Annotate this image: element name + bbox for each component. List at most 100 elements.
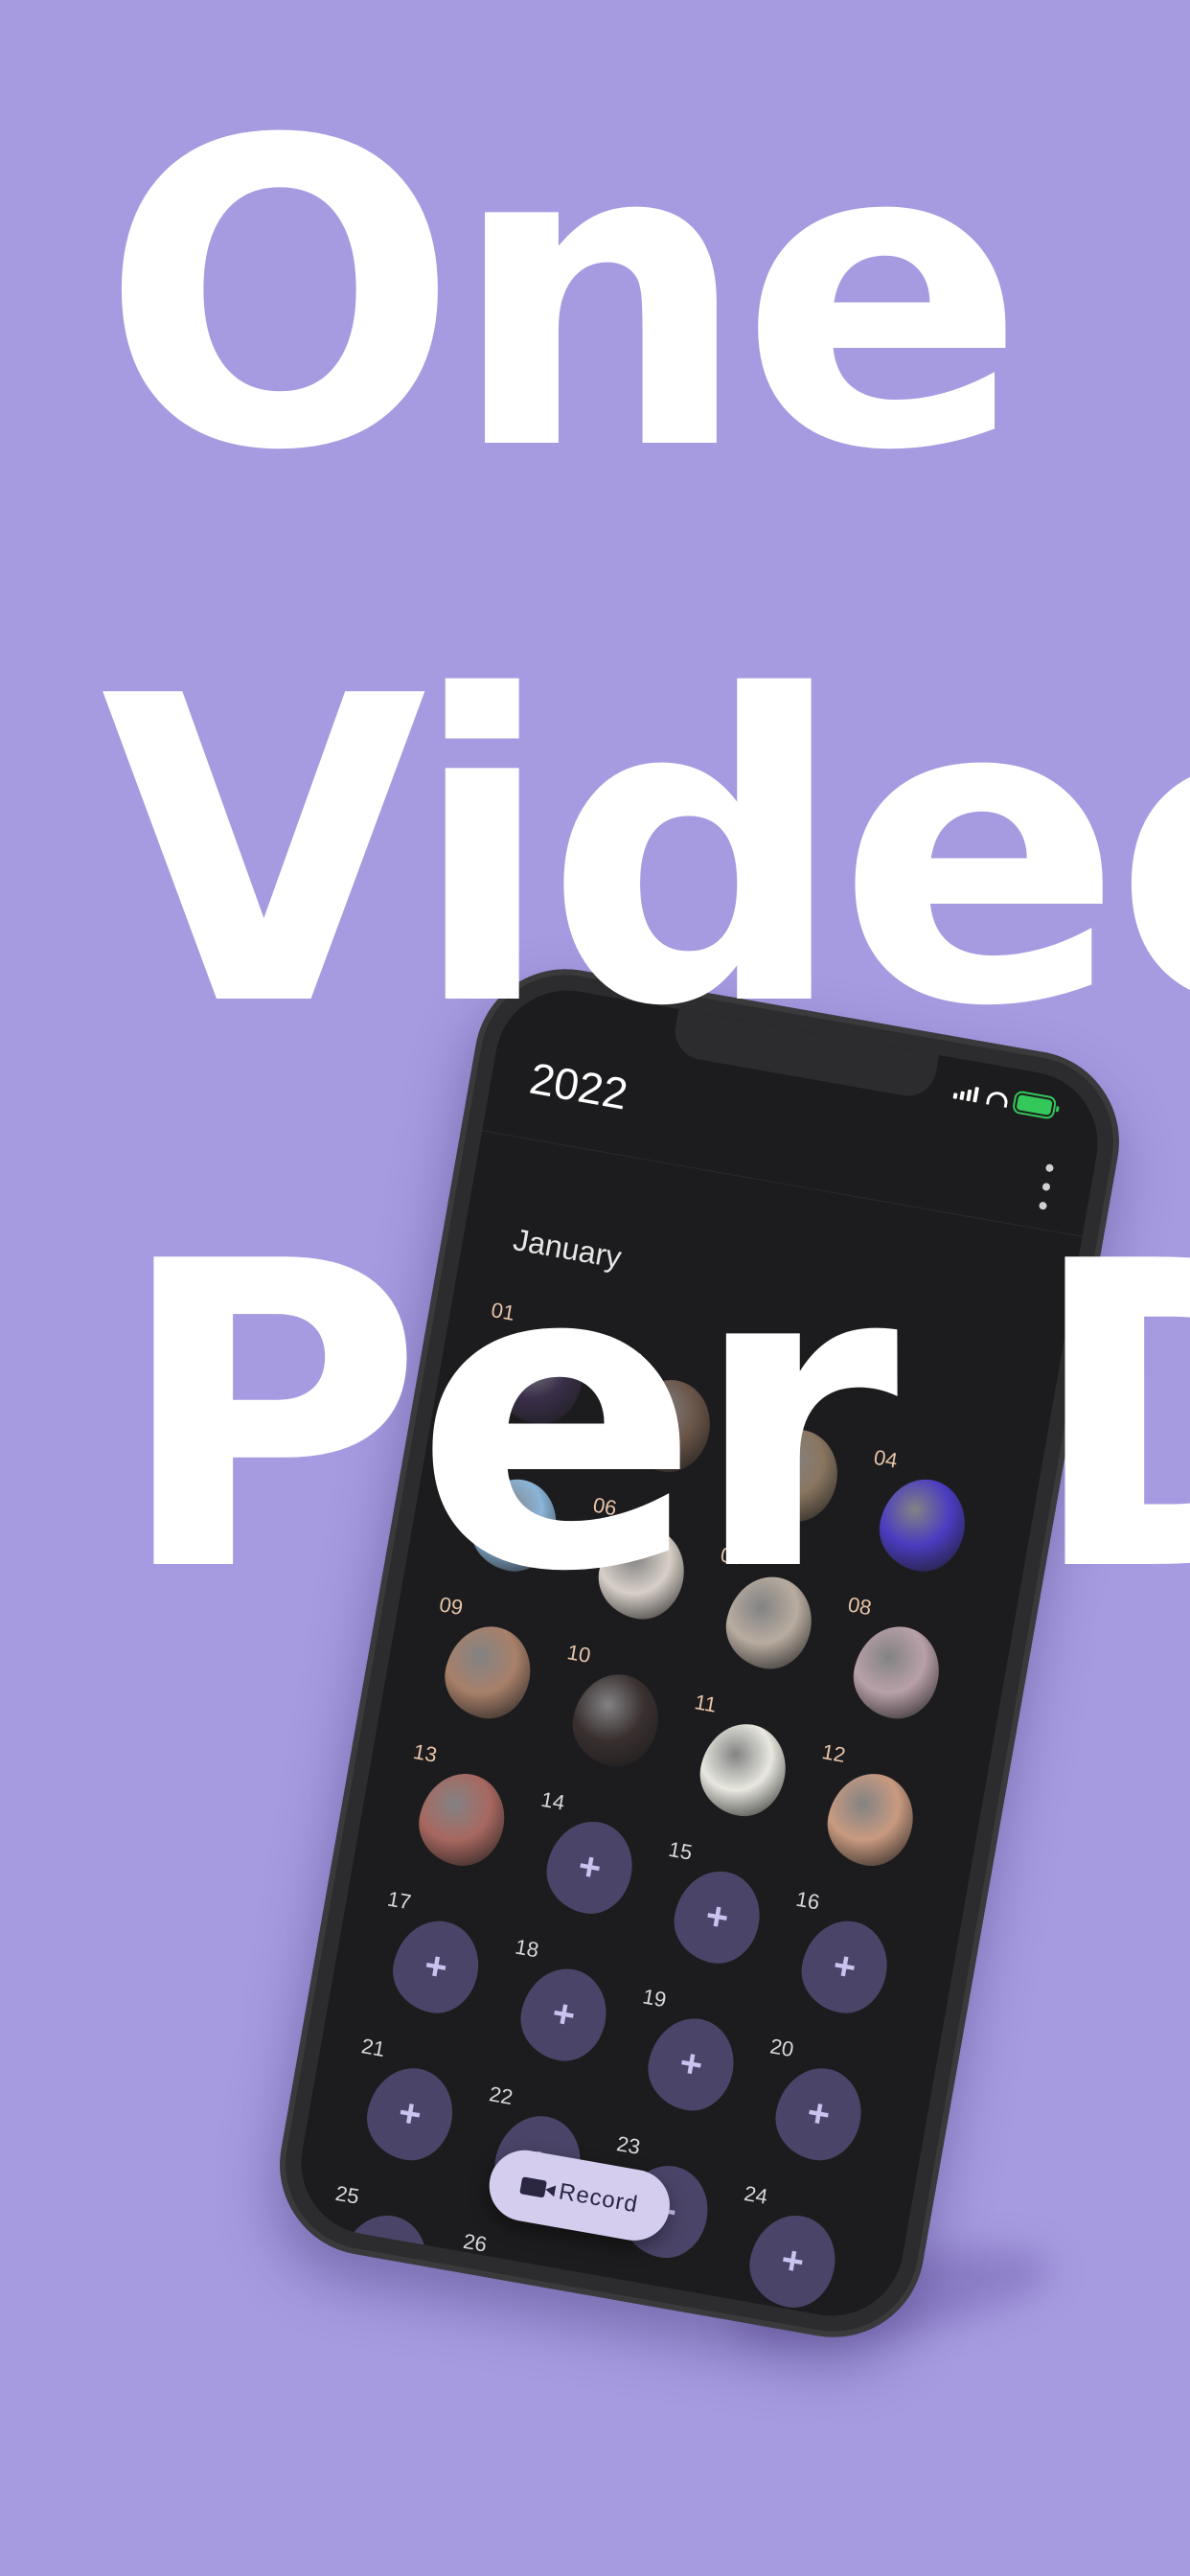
month-label: January <box>510 1222 625 1276</box>
empty-day-slot[interactable]: + <box>386 1914 486 2020</box>
day-cell[interactable]: 07 <box>701 1542 836 1685</box>
video-thumbnail[interactable] <box>591 1520 692 1626</box>
video-thumbnail[interactable] <box>412 1766 512 1873</box>
day-cell[interactable]: 08 <box>829 1592 964 1735</box>
day-cell[interactable]: 19 + <box>624 1984 759 2127</box>
day-cell[interactable]: 01 <box>472 1298 607 1440</box>
day-cell[interactable]: 21 + <box>342 2034 477 2176</box>
plus-icon: + <box>395 2091 425 2137</box>
day-number: 22 <box>487 2082 515 2109</box>
day-number: 25 <box>333 2180 361 2209</box>
video-thumbnail[interactable] <box>618 1372 718 1479</box>
day-number: 17 <box>385 1886 413 1915</box>
day-cell[interactable]: 25 + <box>316 2181 451 2324</box>
day-number: 07 <box>719 1542 746 1571</box>
day-number: 12 <box>820 1739 848 1767</box>
video-thumbnail[interactable] <box>745 1422 845 1529</box>
day-cell[interactable]: 26 + <box>444 2228 579 2328</box>
day-cell[interactable]: 20 + <box>751 2034 886 2176</box>
day-number: 05 <box>463 1444 492 1473</box>
status-bar <box>952 1083 1053 1116</box>
header-divider <box>482 1130 1083 1237</box>
video-thumbnail[interactable] <box>820 1766 921 1873</box>
video-thumbnail[interactable] <box>490 1324 590 1431</box>
plus-icon: + <box>369 2238 400 2285</box>
year-title: 2022 <box>526 1052 631 1119</box>
video-thumbnail[interactable] <box>464 1472 563 1578</box>
video-thumbnail[interactable] <box>873 1472 973 1578</box>
day-number: 13 <box>411 1738 439 1767</box>
video-thumbnail[interactable] <box>693 1716 793 1823</box>
empty-day-slot[interactable]: + <box>589 2306 689 2328</box>
day-number: 03 <box>744 1394 772 1423</box>
day-number: 11 <box>692 1690 719 1717</box>
day-number: 19 <box>640 1984 669 2012</box>
day-number: 26 <box>461 2228 490 2257</box>
phone-mockup: 2022 January 01 02 03 04 05 06 07 08 09 10 11 12 13 1… <box>265 954 1133 2352</box>
day-number: 15 <box>666 1836 695 1865</box>
video-thumbnail[interactable] <box>565 1667 666 1773</box>
day-number: 20 <box>767 2034 796 2062</box>
app-screen: 2022 January 01 02 03 04 05 06 07 08 09 10 11 12 13 1… <box>289 978 1110 2328</box>
empty-day-slot[interactable]: + <box>743 2208 842 2314</box>
day-cell[interactable]: 13 <box>394 1739 529 1882</box>
record-label: Record <box>557 2178 641 2219</box>
plus-icon: + <box>804 2091 834 2137</box>
day-cell[interactable]: 11 <box>675 1690 811 1832</box>
day-number: 14 <box>538 1786 567 1815</box>
day-cell[interactable]: 14 + <box>522 1787 657 1930</box>
empty-day-slot[interactable]: + <box>360 2060 460 2167</box>
plus-icon: + <box>421 1944 451 1990</box>
phone-notch <box>671 1009 940 1101</box>
day-cell[interactable]: 18 + <box>496 1934 631 2077</box>
kebab-menu-icon[interactable] <box>1037 1163 1056 1210</box>
day-cell[interactable]: 12 <box>803 1739 938 1882</box>
plus-icon: + <box>777 2238 808 2285</box>
plus-icon: + <box>549 1991 579 2037</box>
day-cell[interactable]: 05 <box>446 1445 581 1588</box>
video-thumbnail[interactable] <box>846 1620 947 1725</box>
video-thumbnail[interactable] <box>438 1620 538 1725</box>
video-thumbnail[interactable] <box>719 1570 819 1676</box>
empty-day-slot[interactable]: + <box>514 1962 614 2068</box>
empty-day-slot[interactable]: + <box>794 1914 895 2020</box>
day-cell[interactable]: 10 <box>548 1640 683 1782</box>
day-cell[interactable]: 04 <box>855 1445 990 1588</box>
wifi-icon <box>986 1089 1010 1108</box>
headline-line-one: One <box>101 52 1026 542</box>
day-number: 18 <box>513 1934 541 1963</box>
plus-icon: + <box>575 1844 605 1891</box>
day-number: 09 <box>437 1592 466 1621</box>
plus-icon: + <box>702 1894 732 1941</box>
day-number: 21 <box>359 2034 387 2062</box>
day-cell[interactable]: 16 + <box>777 1887 912 2030</box>
day-number: 24 <box>742 2180 770 2209</box>
day-number: 16 <box>793 1886 822 1915</box>
day-cell[interactable]: 09 <box>420 1592 555 1735</box>
empty-day-slot[interactable]: + <box>667 1864 767 1970</box>
empty-day-slot[interactable]: + <box>462 2256 561 2328</box>
video-camera-icon <box>519 2176 548 2198</box>
day-number: 27 <box>588 2278 617 2307</box>
empty-day-slot[interactable]: + <box>641 2012 742 2117</box>
empty-day-slot[interactable]: + <box>768 2060 869 2167</box>
day-cell[interactable]: 17 + <box>368 1887 503 2030</box>
day-cell[interactable]: 27+ <box>571 2279 706 2328</box>
day-cell[interactable]: 03 <box>727 1395 862 1538</box>
day-number: 01 <box>489 1298 517 1325</box>
day-number: 04 <box>872 1444 900 1473</box>
battery-charging-icon <box>1016 1094 1053 1116</box>
day-cell[interactable]: 06 <box>574 1493 709 1636</box>
day-number: 02 <box>617 1345 645 1373</box>
day-number: 06 <box>591 1492 619 1521</box>
day-number: 10 <box>564 1640 593 1668</box>
day-number: 08 <box>846 1592 874 1621</box>
day-number: 23 <box>614 2131 643 2159</box>
day-cell[interactable]: 02 <box>600 1346 735 1488</box>
plus-icon: + <box>676 2041 706 2087</box>
empty-day-slot[interactable]: + <box>539 1814 640 1920</box>
day-cell[interactable]: 15 + <box>650 1837 785 1980</box>
day-cell[interactable]: 24 + <box>725 2181 860 2324</box>
empty-day-slot[interactable]: + <box>334 2208 434 2314</box>
plus-icon: + <box>830 1944 859 1990</box>
